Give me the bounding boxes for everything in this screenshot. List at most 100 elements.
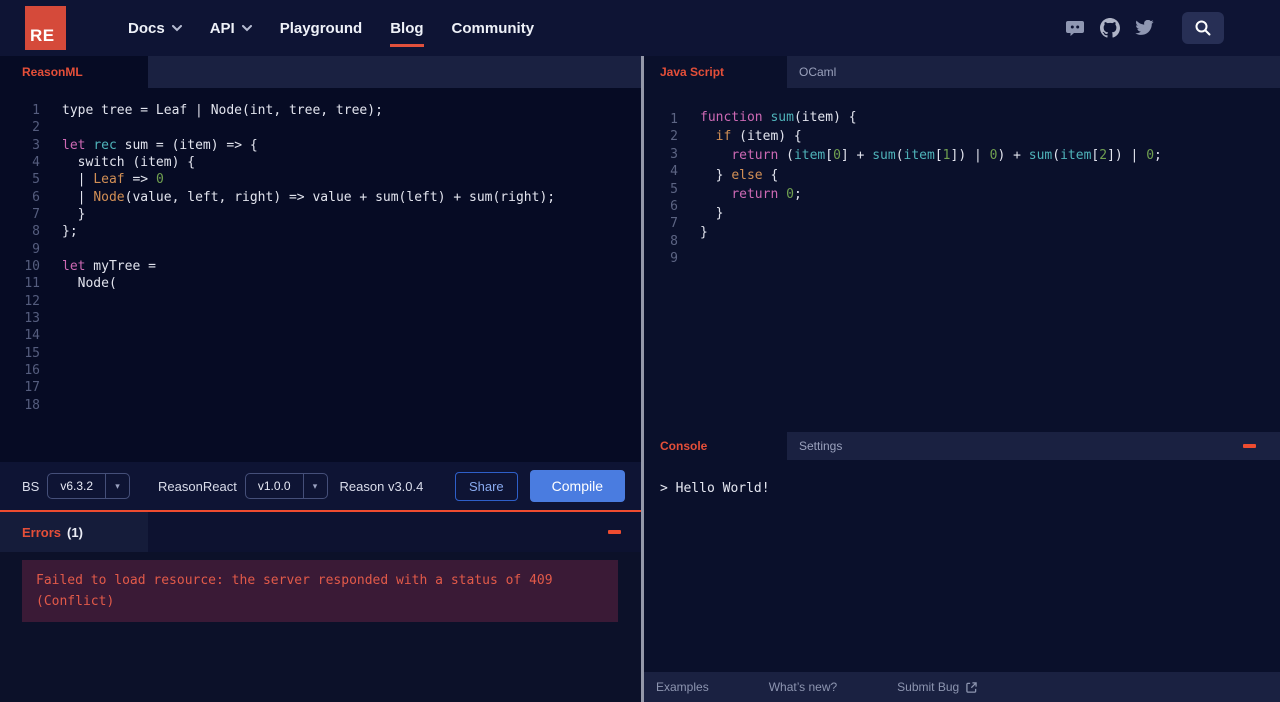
top-nav: RE Docs API Playground Blog Community: [0, 0, 1280, 56]
tab-javascript[interactable]: Java Script: [644, 56, 787, 88]
code-line: 8};: [0, 223, 641, 240]
nav-item-docs[interactable]: Docs: [128, 20, 182, 37]
reason-logo[interactable]: RE: [25, 6, 66, 50]
code-line: 14: [0, 327, 641, 344]
line-number: 18: [24, 397, 40, 413]
chevron-down-icon: [241, 24, 252, 31]
line-number: 15: [24, 345, 40, 361]
code-line: 1 type tree = Leaf | Node(int, tree, tree…: [0, 102, 641, 119]
code-line: 9: [0, 241, 641, 258]
tab-console[interactable]: Console: [644, 432, 787, 460]
line-number: 5: [670, 181, 678, 197]
nav-right: [1065, 12, 1280, 44]
right-pane: Java Script OCaml 1 23 45 678 9 function sum…: [644, 56, 1280, 702]
line-number: 13: [24, 310, 40, 326]
code-line: 7 }: [0, 206, 641, 223]
search-icon: [1195, 20, 1211, 36]
tab-ocaml[interactable]: OCaml: [787, 56, 836, 88]
nav-item-blog[interactable]: Blog: [390, 20, 424, 47]
code-line: 3 let rec sum = (item) => {: [0, 137, 641, 154]
line-number: 2: [670, 129, 678, 145]
reasonreact-version-select[interactable]: v1.0.0 ▾: [244, 473, 328, 499]
line-number: 5: [32, 172, 40, 188]
line-number: 9: [670, 251, 678, 267]
line-number: 14: [24, 328, 40, 344]
line-number-gutter: 1 23 45 678 9: [644, 88, 678, 432]
code-line: 17: [0, 379, 641, 396]
line-number: 2: [32, 120, 40, 136]
line-number: 1: [32, 103, 40, 118]
line-number: 8: [670, 233, 678, 249]
console-log-line: > Hello World!: [660, 481, 770, 496]
line-number: 4: [670, 164, 678, 180]
caret-down-icon: ▾: [105, 474, 129, 498]
line-number: 10: [24, 258, 40, 274]
code-line: 6 | Node(value, left, right) => value + …: [0, 189, 641, 206]
tab-settings[interactable]: Settings: [787, 432, 842, 460]
line-number: 16: [24, 362, 40, 378]
logo-text: RE: [30, 26, 55, 45]
code-line: 5 | Leaf => 0: [0, 171, 641, 188]
line-number: 17: [24, 380, 40, 396]
code-line: if (item) {: [715, 129, 802, 145]
tab-reasonml[interactable]: ReasonML: [0, 56, 148, 88]
minimize-icon[interactable]: [1243, 444, 1256, 448]
errors-count-badge: (1): [67, 524, 83, 540]
search-button[interactable]: [1182, 12, 1224, 44]
code-line: 2: [0, 119, 641, 136]
code-line: 15: [0, 345, 641, 362]
code-line: 11 Node(: [0, 275, 641, 292]
code-line: 4 switch (item) {: [0, 154, 641, 171]
code-line: return 0;: [731, 186, 802, 202]
code-line: }: [700, 206, 724, 222]
minimize-icon[interactable]: [608, 530, 621, 534]
line-number: 3: [32, 137, 40, 153]
left-pane: ReasonML 1 type tree = Leaf | Node(int, t…: [0, 56, 641, 702]
code-line: 18: [0, 397, 641, 414]
bs-version-select[interactable]: v6.3.2 ▾: [47, 473, 131, 499]
playground-main: ReasonML 1 type tree = Leaf | Node(int, t…: [0, 56, 1280, 702]
external-link-icon: [966, 681, 977, 693]
nav-item-playground[interactable]: Playground: [280, 20, 363, 37]
main-nav: Docs API Playground Blog Community: [128, 20, 535, 47]
nav-item-community[interactable]: Community: [452, 20, 535, 37]
compiler-toolbar: BS v6.3.2 ▾ ReasonReact v1.0.0 ▾ Reason …: [0, 462, 641, 510]
errors-body: Failed to load resource: the server resp…: [0, 552, 641, 702]
line-number: 12: [24, 293, 40, 309]
footer-link-whats-new[interactable]: What’s new?: [769, 680, 837, 694]
footer-link-examples[interactable]: Examples: [656, 680, 709, 694]
code-line: } else {: [700, 167, 779, 183]
compile-button[interactable]: Compile: [529, 470, 625, 502]
code-line: 13: [0, 310, 641, 327]
errors-header: Errors (1): [0, 512, 641, 552]
tab-errors[interactable]: Errors (1): [0, 512, 148, 552]
line-number: 3: [670, 146, 678, 162]
code-line: 12: [0, 293, 641, 310]
line-number: 7: [32, 206, 40, 222]
footer-link-submit-bug[interactable]: Submit Bug: [897, 680, 977, 694]
code-line: 16: [0, 362, 641, 379]
twitter-icon[interactable]: [1135, 20, 1154, 36]
code-line: return (item[0] + sum(item[1]) | 0) + su…: [731, 148, 1162, 164]
js-output-editor[interactable]: 1 23 45 678 9 function sum(item) { if (item)…: [644, 88, 1280, 432]
line-number: 6: [32, 189, 40, 205]
nav-item-api[interactable]: API: [210, 20, 252, 37]
line-number: 1: [670, 112, 678, 127]
reason-version-text: Reason v3.0.4: [339, 478, 424, 494]
left-tabbar: ReasonML: [0, 56, 641, 88]
discord-icon[interactable]: [1065, 20, 1085, 37]
line-number: 11: [24, 276, 40, 292]
reason-code-editor[interactable]: 1 type tree = Leaf | Node(int, tree, tree…: [0, 88, 641, 462]
console-header: Console Settings: [644, 432, 1280, 460]
js-output-code: function sum(item) { if (item) { return …: [700, 88, 1162, 432]
github-icon[interactable]: [1100, 18, 1120, 38]
code-line: }: [700, 225, 708, 241]
error-message: Failed to load resource: the server resp…: [22, 560, 618, 622]
share-button[interactable]: Share: [454, 471, 518, 501]
line-number: 7: [670, 216, 678, 232]
line-number: 4: [32, 154, 40, 170]
chevron-down-icon: [171, 24, 182, 31]
line-number: 9: [32, 241, 40, 257]
